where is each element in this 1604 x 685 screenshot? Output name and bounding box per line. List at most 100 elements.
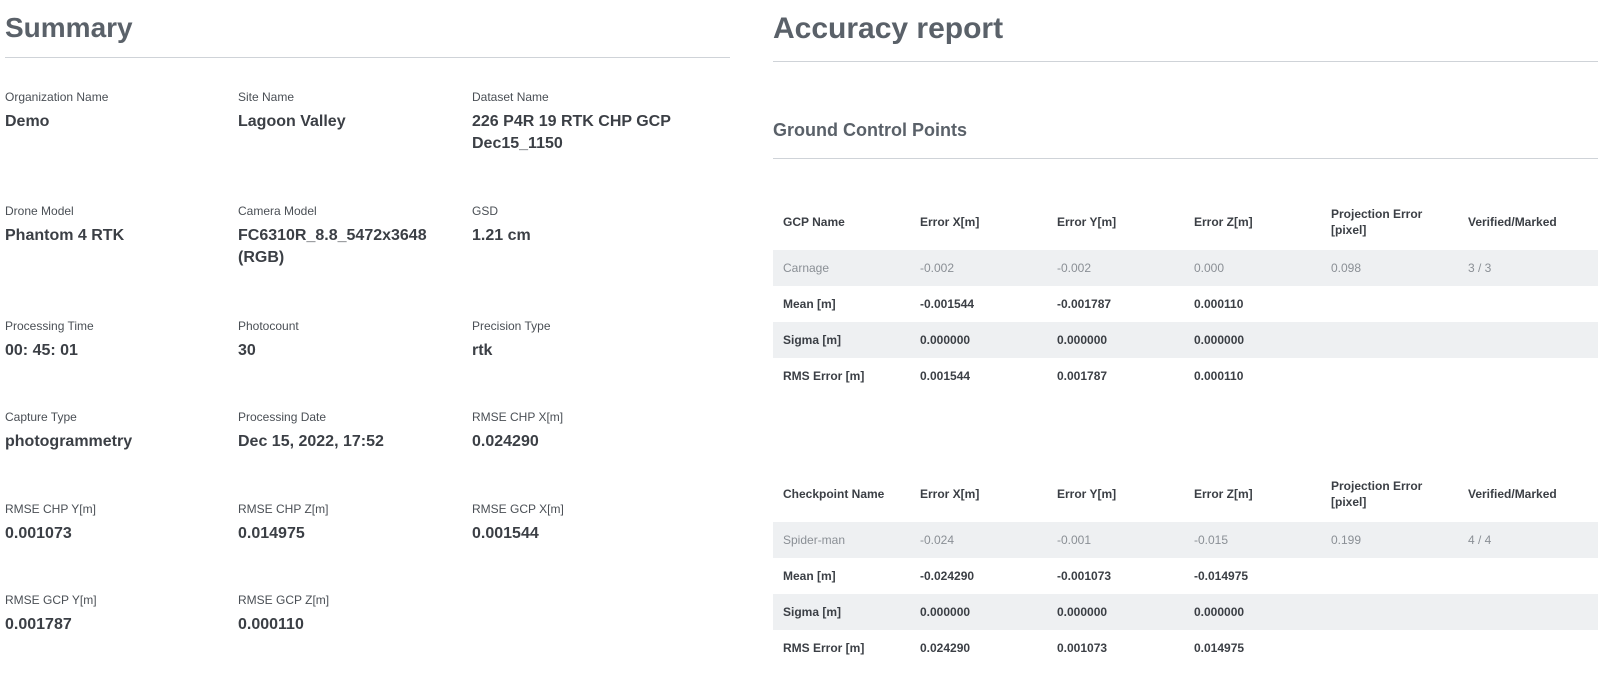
- table-row: Carnage -0.002 -0.002 0.000 0.098 3 / 3: [773, 250, 1598, 286]
- field-drone-model: Drone Model Phantom 4 RTK: [5, 203, 235, 247]
- field-label: Processing Time: [5, 319, 94, 333]
- summary-title: Summary: [5, 12, 133, 43]
- field-rmse-gcp-y: RMSE GCP Y[m] 0.001787: [5, 592, 235, 636]
- gcp-section-title: Ground Control Points: [773, 120, 967, 140]
- table-row: Mean [m] -0.001544 -0.001787 0.000110: [773, 286, 1598, 322]
- field-rmse-chp-y: RMSE CHP Y[m] 0.001073: [5, 501, 235, 545]
- table-cell: 0.014975: [1194, 641, 1245, 655]
- table-cell: [1458, 358, 1598, 394]
- table-cell: 0.000000: [1184, 594, 1321, 630]
- table-cell: [1321, 286, 1458, 322]
- table-cell: 3 / 3: [1458, 250, 1598, 286]
- table-cell: 0.001544: [920, 369, 971, 383]
- table-row: Mean [m] -0.024290 -0.001073 -0.014975: [773, 558, 1598, 594]
- column-header: Verified/Marked: [1468, 487, 1557, 501]
- table-cell: 0.000000: [910, 322, 1047, 358]
- table-row: Sigma [m] 0.000000 0.000000 0.000000: [773, 322, 1598, 358]
- table-cell: [1458, 630, 1598, 666]
- field-camera-model: Camera Model FC6310R_8.8_5472x3648 (RGB): [238, 203, 468, 269]
- table-cell: RMS Error [m]: [783, 369, 865, 383]
- field-label: Photocount: [238, 319, 299, 333]
- field-value: 30: [238, 342, 256, 359]
- field-site-name: Site Name Lagoon Valley: [238, 89, 468, 133]
- table-cell: 0.000: [1184, 250, 1321, 286]
- field-value: 0.024290: [472, 433, 539, 450]
- table-cell: 0.098: [1321, 250, 1458, 286]
- field-value: FC6310R_8.8_5472x3648 (RGB): [238, 227, 427, 266]
- field-value: Dec 15, 2022, 17:52: [238, 433, 384, 450]
- table-cell: Spider-man: [773, 522, 910, 558]
- field-value: 0.000110: [238, 616, 304, 633]
- table-cell: [1321, 630, 1458, 666]
- field-photocount: Photocount 30: [238, 318, 468, 362]
- field-value: photogrammetry: [5, 433, 133, 450]
- field-capture-type: Capture Type photogrammetry: [5, 409, 235, 453]
- table-cell: 0.000000: [910, 594, 1047, 630]
- table-cell: -0.014975: [1194, 569, 1249, 583]
- field-label: GSD: [472, 204, 499, 218]
- table-cell: 0.199: [1321, 522, 1458, 558]
- table-cell: Carnage: [773, 250, 910, 286]
- checkpoint-table: Checkpoint Name Error X[m] Error Y[m] Er…: [773, 466, 1598, 666]
- table-cell: [1458, 322, 1598, 358]
- field-label: RMSE GCP Y[m]: [5, 593, 97, 607]
- field-value: Phantom 4 RTK: [5, 227, 125, 244]
- table-cell: [1458, 286, 1598, 322]
- table-cell: -0.001787: [1057, 297, 1112, 311]
- field-processing-date: Processing Date Dec 15, 2022, 17:52: [238, 409, 468, 453]
- field-label: RMSE GCP Z[m]: [238, 593, 330, 607]
- table-row: Spider-man -0.024 -0.001 -0.015 0.199 4 …: [773, 522, 1598, 558]
- field-precision-type: Precision Type rtk: [472, 318, 702, 362]
- field-rmse-gcp-x: RMSE GCP X[m] 0.001544: [472, 501, 702, 545]
- table-cell: [1321, 358, 1458, 394]
- table-header-row: Checkpoint Name Error X[m] Error Y[m] Er…: [773, 466, 1598, 522]
- field-value: 226 P4R 19 RTK CHP GCP Dec15_1150: [472, 113, 671, 152]
- column-header: Error Z[m]: [1194, 215, 1253, 229]
- field-label: Camera Model: [238, 204, 317, 218]
- column-header: Verified/Marked: [1468, 215, 1557, 229]
- column-header: GCP Name: [783, 215, 845, 229]
- column-header: Error X[m]: [920, 487, 980, 501]
- field-label: Organization Name: [5, 90, 109, 104]
- table-cell: [1321, 558, 1458, 594]
- table-cell: [1321, 594, 1458, 630]
- column-header: Error Y[m]: [1057, 215, 1117, 229]
- table-cell: 0.001073: [1057, 641, 1108, 655]
- table-cell: 0.000110: [1194, 369, 1244, 383]
- field-value: Demo: [5, 113, 50, 130]
- field-label: RMSE GCP X[m]: [472, 502, 564, 516]
- field-label: Capture Type: [5, 410, 77, 424]
- field-value: 1.21 cm: [472, 227, 531, 244]
- table-cell: -0.001544: [920, 297, 975, 311]
- table-cell: Mean [m]: [783, 569, 836, 583]
- table-cell: [1321, 322, 1458, 358]
- field-label: Processing Date: [238, 410, 327, 424]
- field-gsd: GSD 1.21 cm: [472, 203, 702, 247]
- table-cell: [1458, 594, 1598, 630]
- table-cell: [1458, 558, 1598, 594]
- field-label: RMSE CHP Z[m]: [238, 502, 329, 516]
- field-label: Drone Model: [5, 204, 74, 218]
- table-cell: RMS Error [m]: [783, 641, 865, 655]
- field-value: 0.014975: [238, 525, 305, 542]
- table-cell: 0.001787: [1057, 369, 1108, 383]
- table-cell: -0.002: [1047, 250, 1184, 286]
- gcp-table: GCP Name Error X[m] Error Y[m] Error Z[m…: [773, 194, 1598, 394]
- accuracy-report-title: Accuracy report: [773, 12, 1004, 45]
- field-organization-name: Organization Name Demo: [5, 89, 235, 133]
- table-cell: -0.001: [1047, 522, 1184, 558]
- field-processing-time: Processing Time 00: 45: 01: [5, 318, 235, 362]
- field-label: RMSE CHP Y[m]: [5, 502, 96, 516]
- field-rmse-gcp-z: RMSE GCP Z[m] 0.000110: [238, 592, 468, 636]
- table-cell: 0.000000: [1047, 594, 1184, 630]
- table-row: RMS Error [m] 0.001544 0.001787 0.000110: [773, 358, 1598, 394]
- table-row: Sigma [m] 0.000000 0.000000 0.000000: [773, 594, 1598, 630]
- table-cell: 4 / 4: [1458, 522, 1598, 558]
- table-cell: Sigma [m]: [773, 594, 910, 630]
- field-label: Dataset Name: [472, 90, 549, 104]
- field-rmse-chp-z: RMSE CHP Z[m] 0.014975: [238, 501, 468, 545]
- table-cell: 0.000110: [1194, 297, 1244, 311]
- field-label: Precision Type: [472, 319, 551, 333]
- table-cell: Mean [m]: [783, 297, 836, 311]
- field-rmse-chp-x: RMSE CHP X[m] 0.024290: [472, 409, 702, 453]
